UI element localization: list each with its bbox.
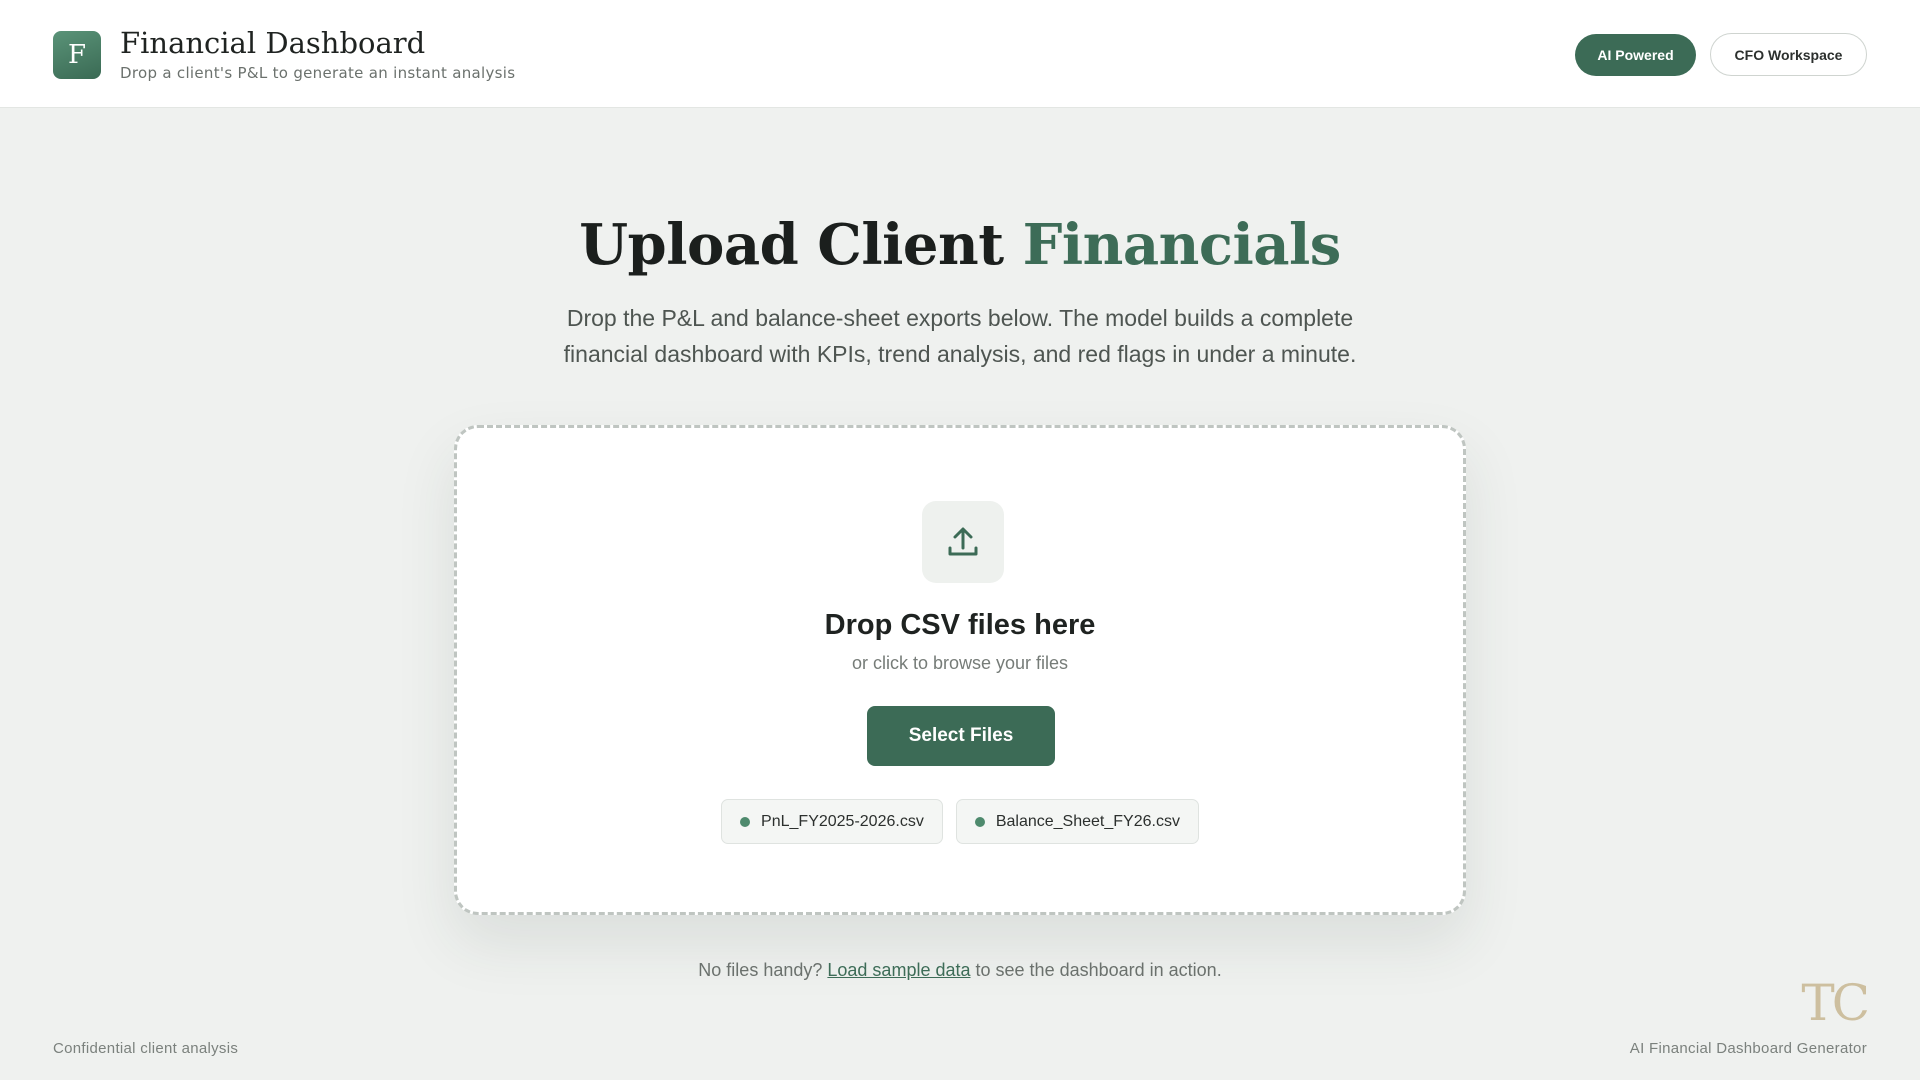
page-title: Upload Client Financials [0,212,1920,278]
page-title-main: Upload Client [579,212,1023,278]
app-title: Financial Dashboard [120,26,426,60]
cfo-workspace-button[interactable]: CFO Workspace [1710,33,1867,76]
upload-icon [922,501,1004,583]
tc-monogram-logo: TC [1801,974,1870,1032]
footer-confidential-text: Confidential client analysis [53,1040,239,1057]
page-title-accent: Financials [1022,212,1342,278]
page-description: Drop the P&L and balance-sheet exports b… [460,300,1460,372]
app-logo: F [53,31,101,79]
file-status-dot-icon [740,816,751,827]
app-header: F Financial Dashboard Drop a client's P&… [0,0,1920,108]
file-status-dot-icon [974,816,985,827]
select-files-button[interactable]: Select Files [867,706,1055,766]
file-chip-name: PnL_FY2025-2026.csv [761,812,924,830]
app-subtitle: Drop a client's P&L to generate an insta… [120,64,516,82]
page-description-line-2: financial dashboard with KPIs, trend ana… [563,341,1357,367]
dropzone-title: Drop CSV files here [824,609,1096,641]
page-description-line-1: Drop the P&L and balance-sheet exports b… [566,305,1354,331]
file-chip-name: Balance_Sheet_FY26.csv [995,812,1180,830]
file-chip-list: PnL_FY2025-2026.csv Balance_Sheet_FY26.c… [457,799,1463,844]
sample-hint-suffix: to see the dashboard in action. [975,960,1222,980]
sample-data-hint: No files handy? Load sample data to see … [0,960,1920,981]
file-chip[interactable]: Balance_Sheet_FY26.csv [955,799,1199,844]
dropzone-subtitle: or click to browse your files [851,653,1069,673]
load-sample-data-link[interactable]: Load sample data [827,960,970,980]
footer-product-name: AI Financial Dashboard Generator [1629,1040,1867,1057]
sample-hint-prefix: No files handy? [698,960,823,980]
file-chip[interactable]: PnL_FY2025-2026.csv [721,799,943,844]
file-dropzone[interactable]: Drop CSV files here or click to browse y… [454,425,1466,915]
ai-powered-badge: AI Powered [1575,34,1696,76]
